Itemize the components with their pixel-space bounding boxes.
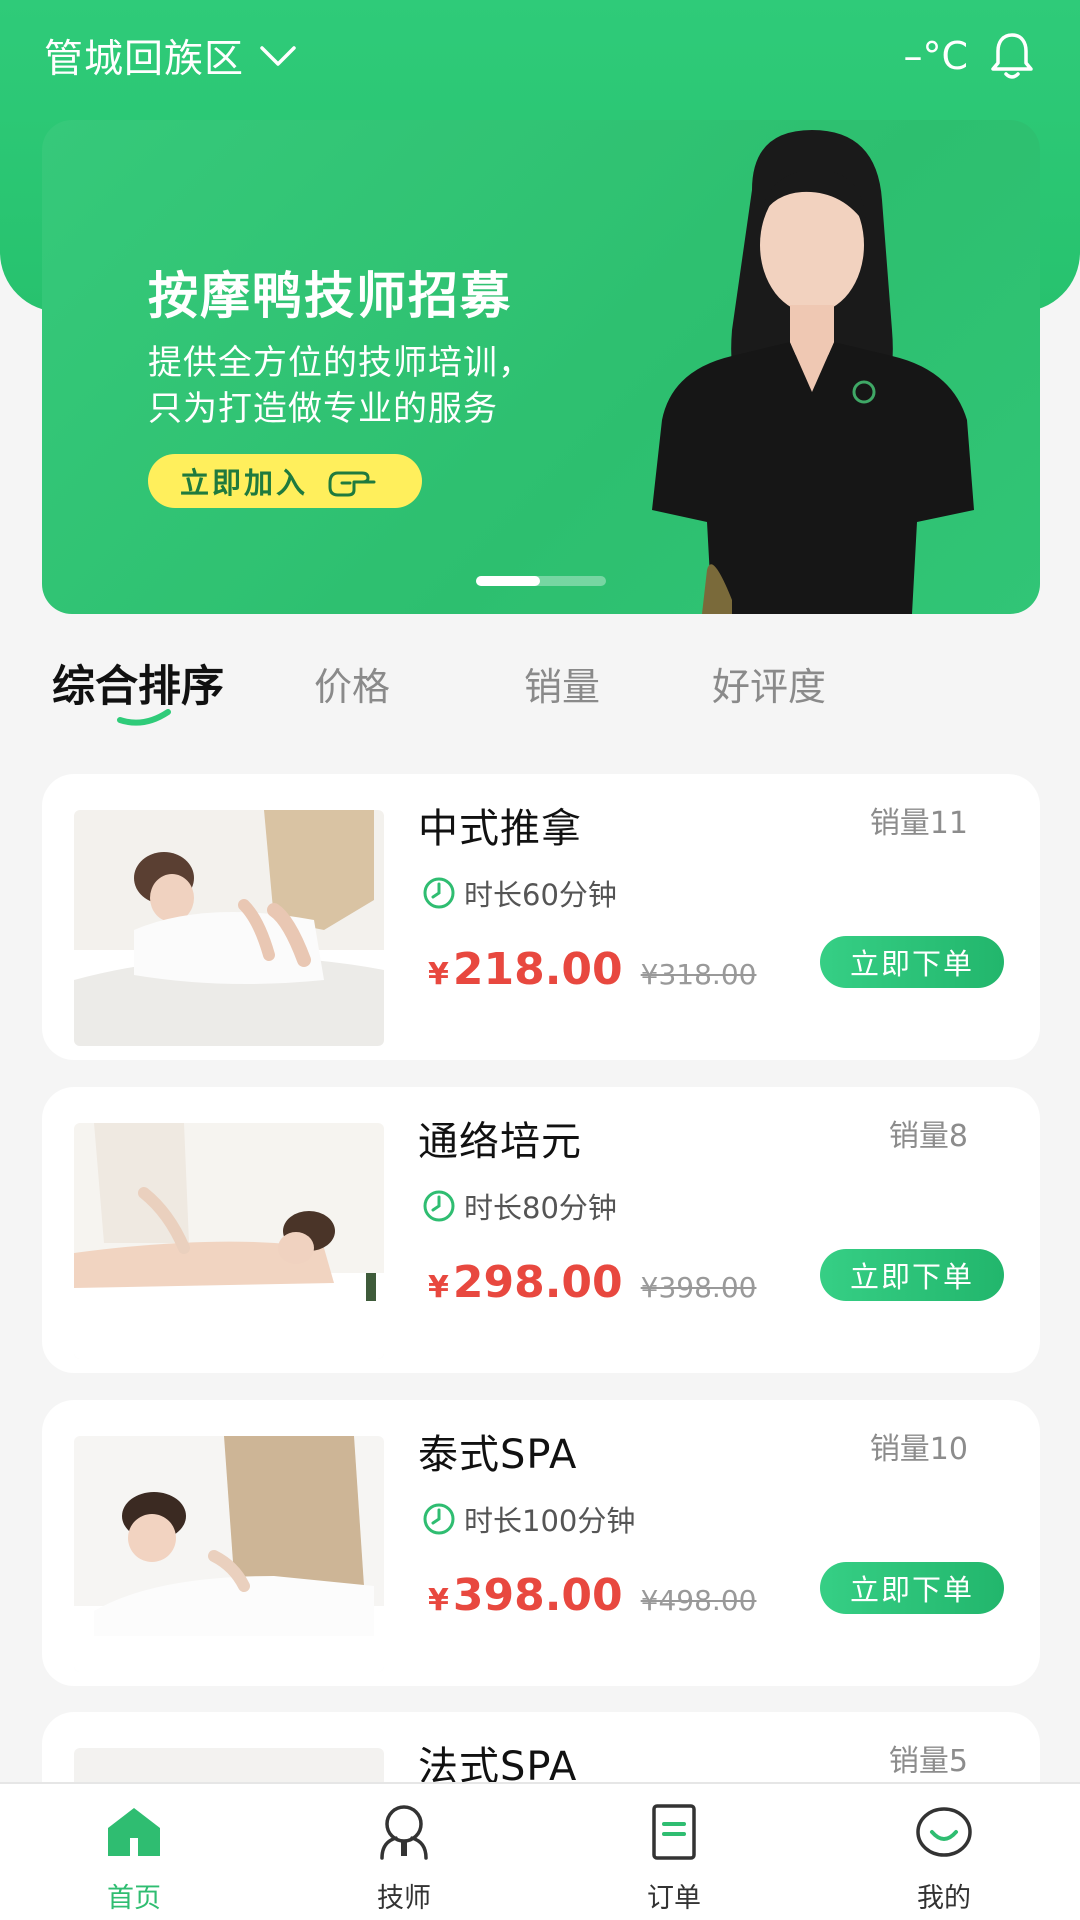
- home-icon: [108, 1808, 160, 1856]
- service-card[interactable]: 中式推拿 销量11 时长60分钟 ¥ 218.00 ¥318.00 立即下单: [42, 774, 1040, 1060]
- join-now-label: 立即加入: [180, 466, 309, 500]
- technician-icon: [380, 1805, 428, 1860]
- sales-count: 销量8: [888, 1119, 968, 1154]
- sort-tab-rating[interactable]: 好评度: [712, 656, 826, 711]
- banner-subtitle-line1: 提供全方位的技师培训，: [148, 343, 533, 383]
- bell-icon[interactable]: [988, 31, 1036, 81]
- sale-price: 218.00: [452, 944, 623, 995]
- sort-tabs: 综合排序 价格 销量 好评度: [0, 650, 1080, 730]
- order-now-button[interactable]: 立即下单: [820, 936, 1004, 988]
- order-icon: [652, 1804, 696, 1860]
- join-now-button[interactable]: 立即加入: [148, 454, 422, 508]
- currency-symbol: ¥: [428, 1583, 449, 1618]
- duration-info: 时长60分钟: [422, 872, 617, 914]
- duration-label: 时长60分钟: [464, 878, 617, 912]
- service-card[interactable]: 泰式SPA 销量10 时长100分钟 ¥ 398.00 ¥498.00 立即下单: [42, 1400, 1040, 1686]
- sort-tab-comprehensive[interactable]: 综合排序: [52, 652, 224, 714]
- service-image: [74, 810, 384, 1046]
- sales-count: 销量10: [869, 1432, 968, 1467]
- service-image: [74, 1123, 384, 1359]
- location-selector[interactable]: 管城回族区: [44, 28, 298, 84]
- order-now-button[interactable]: 立即下单: [820, 1562, 1004, 1614]
- service-card[interactable]: 通络培元 销量8 时长80分钟 ¥ 298.00 ¥398.00 立即下单: [42, 1087, 1040, 1373]
- banner-subtitle-line2: 只为打造做专业的服务: [148, 389, 498, 429]
- price-row: ¥ 398.00 ¥498.00: [428, 1570, 756, 1621]
- nav-item-profile[interactable]: 我的: [864, 1784, 1024, 1920]
- banner-subtitle: 提供全方位的技师培训， 只为打造做专业的服务: [148, 340, 533, 432]
- technician-photo: [652, 130, 974, 614]
- nav-label-orders: 订单: [647, 1883, 701, 1914]
- top-bar: 管城回族区 –°C: [0, 0, 1080, 112]
- price-row: ¥ 298.00 ¥398.00: [428, 1257, 756, 1308]
- banner-title: 按摩鸭技师招募: [148, 267, 512, 325]
- nav-label-home: 首页: [107, 1883, 161, 1914]
- sales-count: 销量11: [869, 806, 968, 841]
- nav-item-orders[interactable]: 订单: [594, 1784, 754, 1920]
- original-price: ¥398.00: [640, 1271, 757, 1304]
- duration-info: 时长100分钟: [422, 1498, 635, 1540]
- original-price: ¥498.00: [640, 1584, 757, 1617]
- price-row: ¥ 218.00 ¥318.00: [428, 944, 756, 995]
- duration-label: 时长100分钟: [464, 1504, 636, 1538]
- service-title: 中式推拿: [418, 806, 582, 852]
- pointing-hand-icon: [328, 471, 376, 497]
- carousel-indicator: [476, 576, 606, 586]
- nav-label-profile: 我的: [917, 1883, 971, 1914]
- original-price: ¥318.00: [640, 958, 757, 991]
- active-tab-underline: [117, 709, 171, 726]
- service-title: 通络培元: [418, 1119, 582, 1165]
- sale-price: 398.00: [452, 1570, 623, 1621]
- sale-price: 298.00: [452, 1257, 623, 1308]
- sort-tab-sales[interactable]: 销量: [524, 656, 600, 711]
- clock-icon: [423, 877, 455, 909]
- bottom-navigation: 首页 技师 订单 我的: [0, 1782, 1080, 1920]
- recruitment-banner[interactable]: 按摩鸭技师招募 提供全方位的技师培训， 只为打造做专业的服务 立即加入: [42, 120, 1040, 614]
- chevron-down-icon: [260, 46, 296, 66]
- nav-item-technician[interactable]: 技师: [324, 1784, 484, 1920]
- service-image: [74, 1436, 384, 1672]
- location-label: 管城回族区: [44, 37, 245, 82]
- duration-info: 时长80分钟: [422, 1185, 617, 1227]
- nav-label-technician: 技师: [377, 1883, 431, 1914]
- service-title: 泰式SPA: [418, 1432, 578, 1478]
- temperature-readout: –°C: [903, 34, 968, 78]
- duration-label: 时长80分钟: [464, 1191, 617, 1225]
- nav-item-home[interactable]: 首页: [54, 1784, 214, 1920]
- sales-count: 销量5: [888, 1744, 968, 1779]
- order-now-button[interactable]: 立即下单: [820, 1249, 1004, 1301]
- profile-icon: [916, 1807, 972, 1857]
- carousel-indicator-active: [476, 576, 540, 586]
- currency-symbol: ¥: [428, 1270, 449, 1305]
- currency-symbol: ¥: [428, 957, 449, 992]
- sort-tab-price[interactable]: 价格: [314, 656, 390, 711]
- clock-icon: [423, 1190, 455, 1222]
- clock-icon: [423, 1503, 455, 1535]
